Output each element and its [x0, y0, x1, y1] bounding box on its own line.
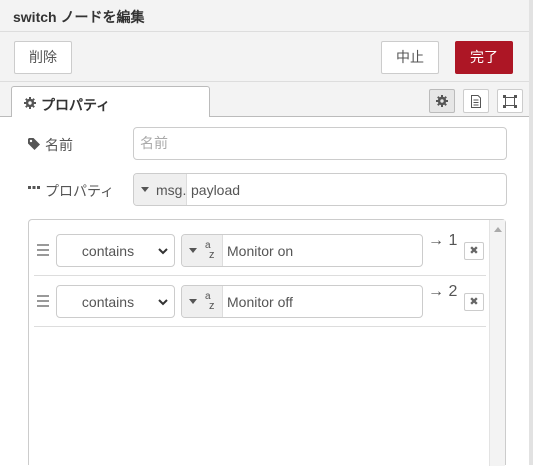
tray-resize-edge[interactable]: [529, 0, 533, 465]
rule-row: contains az Monitor on → 1 ✖: [34, 225, 486, 276]
name-input[interactable]: 名前: [133, 127, 507, 160]
value-type-button[interactable]: az: [182, 286, 223, 317]
rule-row: contains az Monitor off → 2 ✖: [34, 276, 486, 327]
rule-value: Monitor on: [227, 243, 294, 259]
tab-properties[interactable]: プロパティ: [11, 86, 210, 117]
caret-down-icon: [141, 187, 149, 192]
ellipsis-icon: [28, 186, 40, 189]
tab-properties-label: プロパティ: [41, 97, 111, 113]
property-value: payload: [191, 182, 241, 198]
output-port-label: → 1: [428, 232, 458, 249]
scroll-up-icon[interactable]: [494, 227, 502, 232]
output-port-label: → 2: [428, 283, 458, 300]
rule-value-input[interactable]: az Monitor on: [181, 234, 423, 267]
caret-down-icon: [189, 248, 197, 253]
tray-header: switch ノードを編集: [0, 0, 533, 32]
tab-description-button[interactable]: [463, 89, 489, 113]
tab-settings-button[interactable]: [429, 89, 455, 113]
caret-down-icon: [189, 299, 197, 304]
tab-appearance-button[interactable]: [497, 89, 523, 113]
tray-title: switch ノードを編集: [13, 9, 145, 25]
chevron-down-icon: [158, 299, 168, 306]
rules-list[interactable]: contains az Monitor on → 1 ✖ contains a …: [28, 219, 506, 466]
tray-toolbar: 削除 中止 完了: [0, 32, 529, 82]
property-label: プロパティ: [45, 183, 115, 199]
document-icon: [471, 95, 481, 108]
layout-icon: [503, 95, 517, 108]
rule-value: Monitor off: [227, 294, 293, 310]
rules-scrollbar[interactable]: [489, 220, 505, 466]
close-icon: ✖: [469, 245, 479, 257]
operator-value: contains: [81, 294, 135, 310]
drag-handle-icon[interactable]: [37, 295, 49, 310]
operator-value: contains: [81, 243, 135, 259]
remove-rule-button[interactable]: ✖: [464, 242, 484, 260]
cancel-button[interactable]: 中止: [381, 41, 439, 74]
property-type-label: msg.: [156, 182, 187, 198]
delete-button[interactable]: 削除: [14, 41, 72, 74]
done-button[interactable]: 完了: [455, 41, 513, 74]
property-input[interactable]: msg. payload: [133, 173, 507, 206]
name-label: 名前: [45, 137, 73, 153]
operator-select[interactable]: contains: [56, 234, 175, 267]
property-type-button[interactable]: msg.: [134, 174, 187, 205]
rule-value-input[interactable]: az Monitor off: [181, 285, 423, 318]
value-type-button[interactable]: az: [182, 235, 223, 266]
remove-rule-button[interactable]: ✖: [464, 293, 484, 311]
gear-icon: [436, 95, 448, 107]
drag-handle-icon[interactable]: [37, 244, 49, 259]
chevron-down-icon: [158, 248, 168, 255]
gear-icon: [24, 97, 36, 109]
close-icon: ✖: [469, 296, 479, 308]
tag-icon: [28, 138, 40, 150]
operator-select[interactable]: contains: [56, 285, 175, 318]
